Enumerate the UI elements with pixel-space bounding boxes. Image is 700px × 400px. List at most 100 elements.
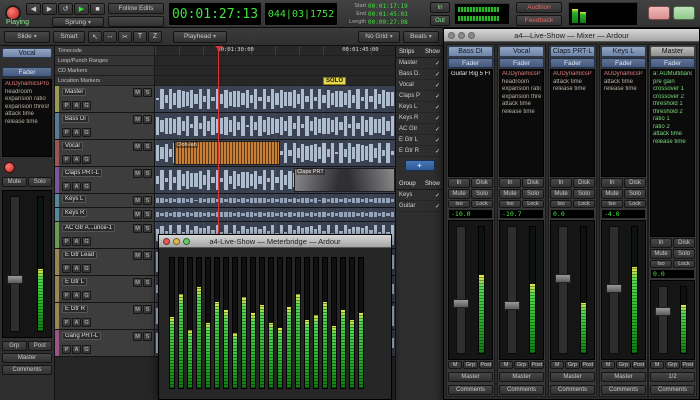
record-enable-button[interactable]	[4, 162, 15, 173]
plugin-row[interactable]: release time	[553, 86, 592, 94]
strip-name[interactable]: Keys L	[601, 46, 646, 57]
strip-fader-button[interactable]: Fader	[2, 67, 52, 77]
track-header[interactable]: E Gtr LeadMSPAG	[55, 249, 155, 275]
cut-tool[interactable]: ✂	[118, 31, 132, 43]
plugin-row[interactable]: release time	[502, 109, 541, 117]
plugin-param-row[interactable]: release time	[5, 119, 49, 127]
fader-handle[interactable]	[555, 274, 571, 283]
track-automation-button[interactable]: A	[72, 291, 81, 300]
goto-start-button[interactable]: ◀	[26, 3, 41, 15]
meter-point-button[interactable]: Post	[479, 361, 493, 369]
comments-button[interactable]: Comments	[499, 385, 544, 395]
output-button[interactable]: Master	[601, 372, 646, 382]
output-button[interactable]: Master	[448, 372, 493, 382]
track-mute-button[interactable]: M	[133, 196, 142, 205]
disk-button[interactable]: Disk	[624, 178, 646, 188]
track-solo-button[interactable]: S	[143, 115, 152, 124]
strip-name[interactable]: Vocal	[499, 46, 544, 57]
track-playlist-button[interactable]: P	[62, 264, 71, 273]
zoom-icon[interactable]	[468, 32, 475, 39]
smart-mode-button[interactable]: Smart	[53, 31, 85, 43]
strip-list-item[interactable]: AC Gtr✓	[396, 124, 443, 135]
feedback-button[interactable]: Feedback	[516, 15, 562, 26]
strip-fader-button[interactable]: Fader	[448, 58, 493, 68]
plugin-row[interactable]: threshold 2	[653, 109, 692, 117]
input-button[interactable]: In	[650, 238, 672, 248]
processor-box[interactable]: AUDynamicsProattack timerelease time	[550, 69, 595, 177]
group-list-item[interactable]: Guitar✓	[396, 201, 443, 212]
zoom-icon[interactable]	[183, 238, 190, 245]
track-name[interactable]: Gang PRT-L	[62, 332, 101, 340]
output-button[interactable]: Master	[2, 353, 52, 363]
goto-end-button[interactable]: ▶	[42, 3, 57, 15]
track-mute-button[interactable]: M	[133, 210, 142, 219]
track-header[interactable]: MasterMSPAG	[55, 86, 155, 112]
output-button[interactable]: 1/2	[650, 372, 695, 382]
metering-button[interactable]: M	[601, 361, 615, 369]
timefx-tool[interactable]: T	[133, 31, 147, 43]
fader-slider[interactable]	[456, 226, 466, 354]
plugin-row[interactable]: attack time	[653, 131, 692, 139]
track-automation-button[interactable]: A	[72, 237, 81, 246]
ruler-lane[interactable]: SOLO	[155, 76, 395, 85]
grab-tool[interactable]: ↖	[88, 31, 102, 43]
input-button[interactable]: In	[601, 178, 623, 188]
track-playlist-button[interactable]: P	[62, 291, 71, 300]
metering-button[interactable]: M	[650, 361, 664, 369]
fader-handle[interactable]	[7, 275, 23, 284]
track-group-button[interactable]: G	[82, 264, 91, 273]
strip-name[interactable]: Claps PRT-L	[550, 46, 595, 57]
plugin-row[interactable]: release time	[604, 86, 643, 94]
strip-list-item[interactable]: Claps P✓	[396, 91, 443, 102]
group-button[interactable]: Grp	[514, 361, 528, 369]
input-button[interactable]: In	[448, 178, 470, 188]
gain-display[interactable]: 0.0	[650, 269, 695, 279]
track-playlist-button[interactable]: P	[62, 345, 71, 354]
range-field-value[interactable]: 00:01:17:19	[368, 3, 408, 10]
solo-iso-button[interactable]: Iso	[650, 260, 672, 268]
metering-button[interactable]: M	[448, 361, 462, 369]
audition-button[interactable]: Audition	[516, 2, 562, 13]
disk-button[interactable]: Disk	[673, 238, 695, 248]
add-track-button[interactable]: +	[405, 160, 435, 171]
strip-fader-button[interactable]: Fader	[601, 58, 646, 68]
comments-button[interactable]: Comments	[448, 385, 493, 395]
solo-button[interactable]: Solo	[522, 189, 544, 199]
track-solo-button[interactable]: S	[143, 305, 152, 314]
meter-point-button[interactable]: Post	[581, 361, 595, 369]
track-playlist-button[interactable]: P	[62, 237, 71, 246]
edit-mode-dropdown[interactable]: Slide ▾	[4, 31, 50, 43]
track-name[interactable]: Bass Di	[62, 115, 89, 123]
meter-point-button[interactable]: Post	[681, 361, 695, 369]
track-header[interactable]: AC Gtr A...unce-1MSPAG	[55, 222, 155, 248]
strip-list-item[interactable]: Vocal✓	[396, 80, 443, 91]
solo-lock-button[interactable]: Lock	[624, 200, 646, 208]
edit-point-dropdown[interactable]: Playhead ▾	[173, 31, 227, 43]
strip-list-item[interactable]: Bass D.✓	[396, 69, 443, 80]
meterbridge-titlebar[interactable]: a4-Live-Show — Meterbridge — Ardour	[159, 235, 391, 248]
track-name[interactable]: E Gtr Lead	[62, 251, 97, 259]
region[interactable]: Claps PRT	[294, 168, 395, 192]
status-pill-pink[interactable]	[648, 6, 670, 20]
mixer-titlebar[interactable]: a4—Live-Show — Mixer — Ardour	[444, 29, 699, 42]
comments-button[interactable]: Comments	[601, 385, 646, 395]
track-header[interactable]: Keys LMS	[55, 194, 155, 207]
solo-iso-button[interactable]: Iso	[499, 200, 521, 208]
track-group-button[interactable]: G	[82, 182, 91, 191]
mute-button[interactable]: Mute	[601, 189, 623, 199]
track-solo-button[interactable]: S	[143, 278, 152, 287]
processor-box[interactable]: AUDynamicsProattack timerelease time	[601, 69, 646, 177]
comments-button[interactable]: Comments	[2, 365, 52, 375]
fader-handle[interactable]	[655, 307, 671, 316]
input-button[interactable]: In	[550, 178, 572, 188]
disk-button[interactable]: Disk	[471, 178, 493, 188]
ruler-label[interactable]: Loop/Punch Ranges	[55, 56, 155, 65]
track-automation-button[interactable]: A	[72, 264, 81, 273]
region[interactable]: Ooh-lah	[174, 141, 280, 165]
track-mute-button[interactable]: M	[133, 115, 142, 124]
processor-box[interactable]: AUDynamicsPro headroomexpansion ratioexp…	[2, 79, 52, 157]
track-name[interactable]: Claps PRT-L	[62, 169, 102, 177]
track-solo-button[interactable]: S	[143, 332, 152, 341]
plugin-row[interactable]: pre gain	[653, 79, 692, 87]
track-lane[interactable]: Ooh-lah	[155, 140, 395, 166]
